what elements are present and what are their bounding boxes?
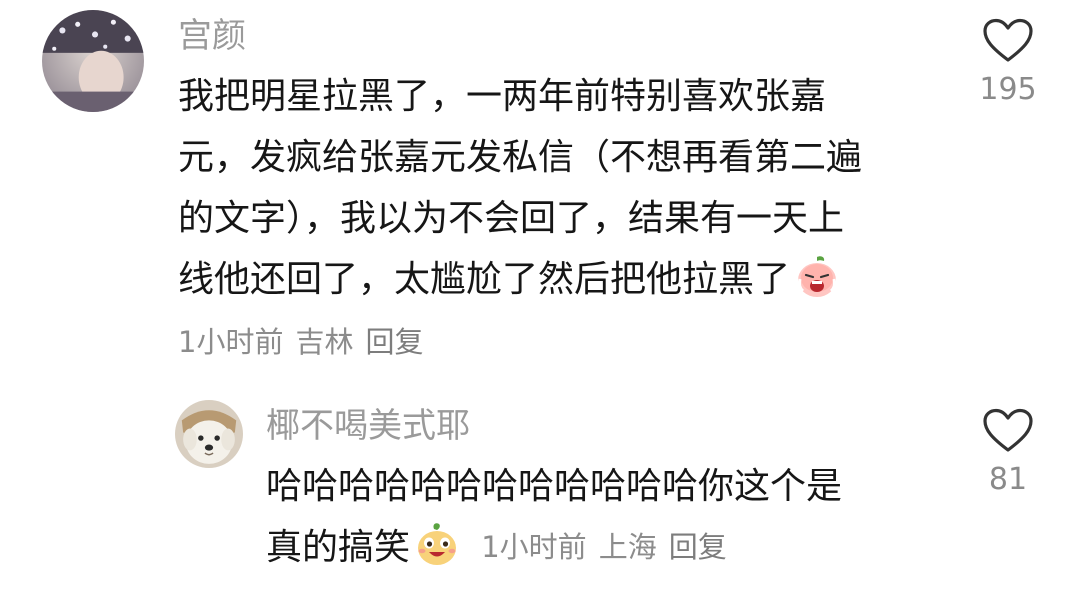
reply-text-line: 哈哈哈哈哈哈哈哈哈哈哈哈你这个是 <box>266 466 843 507</box>
avatar[interactable] <box>42 10 144 112</box>
reply-meta: 1小时前 上海 回复 <box>472 530 727 564</box>
comment-text-line: 的文字），我以为不会回了，结果有一天上 <box>178 198 845 239</box>
like-count: 195 <box>979 72 1037 107</box>
comment-location: 吉林 <box>295 325 354 359</box>
reply-button[interactable]: 回复 <box>365 325 423 359</box>
comment-username[interactable]: 宫颜 <box>178 16 246 56</box>
comment-text-line: 元，发疯给张嘉元发私信（不想再看第二遍 <box>178 137 863 178</box>
reply-text: 哈哈哈哈哈哈哈哈哈哈哈哈你这个是 真的搞笑 1小时前 上海 回复 <box>266 456 842 578</box>
comment-text-line: 线他还回了，太尴尬了然后把他拉黑了 <box>178 249 862 310</box>
reply-button[interactable]: 回复 <box>669 530 727 564</box>
like-count: 81 <box>988 462 1028 497</box>
comment-text-line: 我把明星拉黑了，一两年前特别喜欢张嘉 <box>178 76 827 117</box>
comment-text: 我把明星拉黑了，一两年前特别喜欢张嘉 元，发疯给张嘉元发私信（不想再看第二遍 的… <box>178 66 862 310</box>
laughing-sprout-emoji-icon <box>414 521 460 586</box>
user-avatar-image <box>42 10 144 112</box>
reply-location: 上海 <box>598 530 657 564</box>
comment-meta: 1小时前 吉林 回复 <box>178 324 423 360</box>
heart-icon <box>983 408 1033 452</box>
like-button[interactable]: 195 <box>968 18 1048 108</box>
dog-avatar-image <box>175 400 243 468</box>
reply-time: 1小时前 <box>481 530 587 564</box>
reply-username[interactable]: 椰不喝美式耶 <box>266 406 470 446</box>
next-comment-clipped <box>410 598 520 605</box>
avatar[interactable] <box>175 400 243 468</box>
like-button[interactable]: 81 <box>968 408 1048 498</box>
comment-thread: 宫颜 我把明星拉黑了，一两年前特别喜欢张嘉 元，发疯给张嘉元发私信（不想再看第二… <box>0 0 1080 605</box>
heart-icon <box>983 18 1033 62</box>
reply-text-line: 真的搞笑 1小时前 上海 回复 <box>266 517 842 578</box>
crying-peach-emoji-icon <box>794 253 840 318</box>
comment-time: 1小时前 <box>178 325 284 359</box>
